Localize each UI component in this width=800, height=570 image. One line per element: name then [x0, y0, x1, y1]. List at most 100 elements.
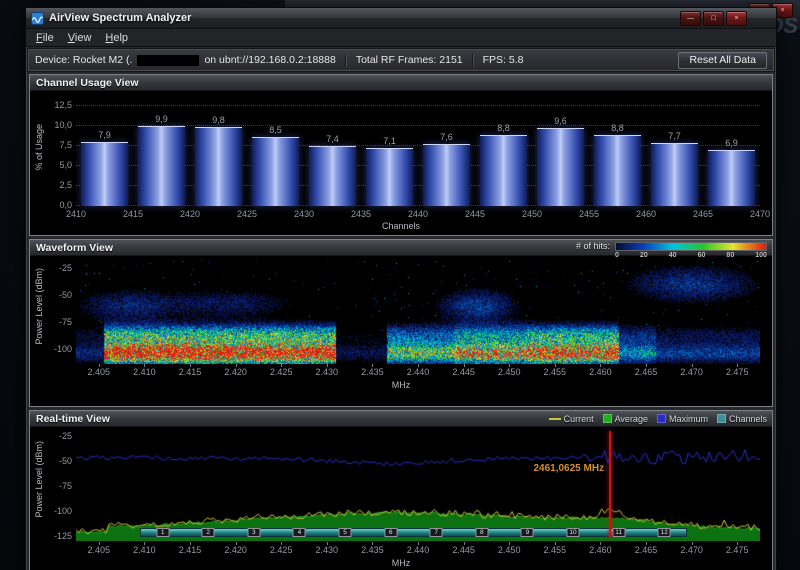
waveform-x-tick: 2.410 — [133, 367, 156, 377]
usage-bar — [708, 150, 755, 206]
reset-all-data-button[interactable]: Reset All Data — [678, 52, 767, 69]
usage-bar — [480, 135, 527, 206]
usage-bar — [594, 135, 641, 206]
usage-bar — [537, 128, 584, 206]
usage-x-tick: 2420 — [180, 209, 200, 219]
legend-swatch-average — [603, 414, 612, 423]
usage-bar — [651, 143, 698, 206]
waveform-header: Waveform View # of hits: 020406080100 — [30, 240, 772, 256]
waveform-x-tick: 2.440 — [407, 367, 430, 377]
channel-cell: 11 — [612, 528, 625, 537]
realtime-chart: Power Level (dBm) 2461,0625 MHz MHz -25-… — [30, 427, 772, 570]
usage-x-tick: 2425 — [237, 209, 257, 219]
realtime-y-tick: -50 — [42, 456, 72, 466]
realtime-x-tick: 2.415 — [179, 545, 202, 555]
usage-x-tick: 2435 — [351, 209, 371, 219]
channel-cell: 5 — [339, 528, 352, 537]
legend-channels: Channels — [717, 414, 767, 424]
usage-x-tick: 2445 — [465, 209, 485, 219]
realtime-x-tick: 2.430 — [316, 545, 339, 555]
hits-tick: 60 — [698, 252, 706, 259]
fps-indicator: FPS: 5.8 — [483, 54, 524, 66]
usage-bar-value: 7,4 — [326, 134, 339, 144]
hits-tick: 80 — [726, 252, 734, 259]
legend-label: Current — [564, 414, 594, 424]
channel-usage-panel: Channel Usage View % of Usage Channels 1… — [29, 74, 773, 236]
realtime-x-tick: 2.425 — [270, 545, 293, 555]
channel-cell: 10 — [567, 528, 580, 537]
maximize-button[interactable]: □ — [703, 11, 724, 26]
waveform-x-tick: 2.425 — [270, 367, 293, 377]
usage-bar — [195, 127, 242, 206]
toolbar-separator — [472, 54, 474, 67]
waveform-x-tick: 2.460 — [589, 367, 612, 377]
usage-x-tick: 2415 — [123, 209, 143, 219]
frequency-marker[interactable] — [609, 431, 611, 538]
legend-label: Maximum — [669, 414, 708, 424]
waveform-x-tick: 2.465 — [635, 367, 658, 377]
waveform-x-tick: 2.415 — [179, 367, 202, 377]
titlebar[interactable]: AirView Spectrum Analyzer — □ × — [26, 8, 776, 29]
airview-window: AirView Spectrum Analyzer — □ × FileView… — [25, 7, 777, 570]
usage-x-tick: 2455 — [579, 209, 599, 219]
waveform-x-tick: 2.445 — [452, 367, 475, 377]
hits-tick: 100 — [755, 252, 767, 259]
realtime-x-tick: 2.460 — [589, 545, 612, 555]
hits-tick: 20 — [640, 252, 648, 259]
usage-x-tick: 2430 — [294, 209, 314, 219]
realtime-canvas[interactable] — [76, 431, 760, 541]
realtime-panel: Real-time View Current Average Maximum Chan… — [29, 410, 773, 570]
usage-y-tick: 12,5 — [42, 100, 72, 110]
realtime-x-tick: 2.455 — [544, 545, 567, 555]
usage-bar-value: 9,9 — [155, 114, 168, 124]
channel-usage-title: Channel Usage View — [36, 77, 139, 89]
device-connection: on ubnt://192.168.0.2:18888 — [204, 54, 335, 66]
waveform-title: Waveform View — [36, 242, 113, 254]
usage-bar-value: 8,5 — [269, 125, 282, 135]
hits-tick: 0 — [615, 252, 619, 259]
channel-cell: 12 — [658, 528, 671, 537]
realtime-x-tick: 2.410 — [133, 545, 156, 555]
realtime-y-tick: -75 — [42, 481, 72, 491]
hits-legend-label: # of hits: — [576, 241, 610, 251]
toolbar: Device: Rocket M2 (. on ubnt://192.168.0… — [28, 49, 774, 71]
close-button[interactable]: × — [726, 11, 747, 26]
waveform-x-tick: 2.405 — [88, 367, 111, 377]
usage-bar — [423, 144, 470, 206]
legend-swatch-maximum — [657, 414, 666, 423]
channel-cell: 6 — [384, 528, 397, 537]
menu-view[interactable]: View — [61, 31, 99, 45]
usage-bar — [366, 148, 413, 206]
realtime-x-tick: 2.445 — [452, 545, 475, 555]
redacted-device-name — [137, 55, 199, 66]
menubar: FileViewHelp — [26, 29, 776, 47]
airview-logo-icon — [31, 12, 44, 25]
realtime-title: Real-time View — [36, 413, 110, 425]
realtime-legend: Current Average Maximum Channels — [549, 411, 767, 426]
realtime-x-tick: 2.405 — [88, 545, 111, 555]
waveform-x-axis-label: MHz — [392, 380, 411, 390]
device-label: Device: Rocket M2 (. — [35, 54, 132, 66]
waveform-spectrogram-canvas[interactable] — [76, 260, 760, 364]
usage-bar — [252, 137, 299, 206]
toolbar-separator — [345, 54, 347, 67]
legend-label: Average — [615, 414, 648, 424]
waveform-x-tick: 2.470 — [680, 367, 703, 377]
usage-x-axis-label: Channels — [382, 221, 420, 231]
channel-cell: 8 — [475, 528, 488, 537]
usage-bar-value: 9,6 — [554, 116, 567, 126]
channel-cell: 3 — [247, 528, 260, 537]
usage-bar-value: 7,1 — [383, 136, 396, 146]
usage-x-tick: 2440 — [408, 209, 428, 219]
waveform-y-tick: -50 — [42, 290, 72, 300]
waveform-x-tick: 2.475 — [726, 367, 749, 377]
frequency-marker-label: 2461,0625 MHz — [533, 463, 604, 474]
minimize-button[interactable]: — — [680, 11, 701, 26]
menu-file[interactable]: File — [29, 31, 61, 45]
realtime-x-tick: 2.450 — [498, 545, 521, 555]
usage-y-tick: 2,5 — [42, 180, 72, 190]
realtime-y-tick: -25 — [42, 431, 72, 441]
usage-x-tick: 2470 — [750, 209, 770, 219]
waveform-y-tick: -25 — [42, 263, 72, 273]
menu-help[interactable]: Help — [98, 31, 135, 45]
